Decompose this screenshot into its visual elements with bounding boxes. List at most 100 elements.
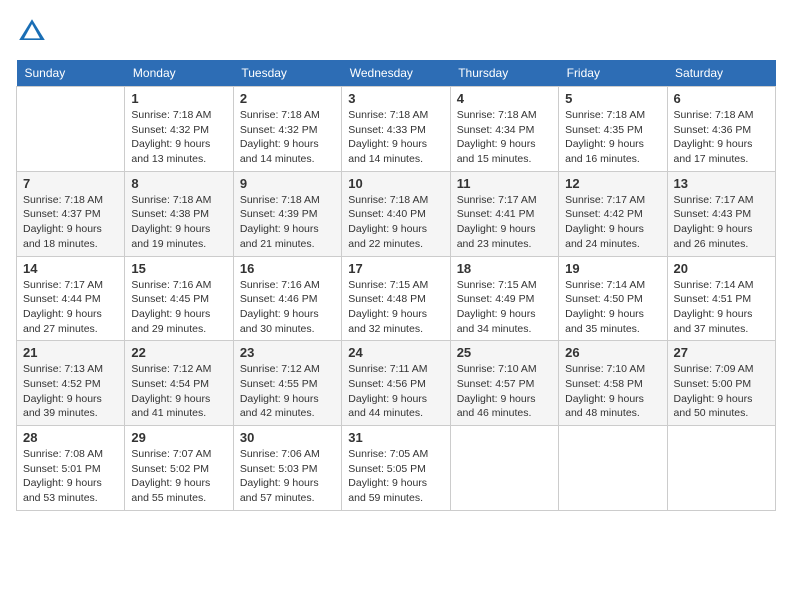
day-info: Sunrise: 7:10 AMSunset: 4:57 PMDaylight:… [457, 362, 552, 421]
calendar-cell: 6Sunrise: 7:18 AMSunset: 4:36 PMDaylight… [667, 87, 775, 172]
day-number: 15 [131, 261, 226, 276]
calendar-week-row: 1 Sunrise: 7:18 AMSunset: 4:32 PMDaylight… [17, 87, 776, 172]
day-number: 20 [674, 261, 769, 276]
weekday-header: Monday [125, 60, 233, 87]
calendar-cell: 9 Sunrise: 7:18 AMSunset: 4:39 PMDaylight… [233, 171, 341, 256]
day-number: 24 [348, 345, 443, 360]
calendar-cell: 11 Sunrise: 7:17 AMSunset: 4:41 PMDayligh… [450, 171, 558, 256]
day-info: Sunrise: 7:16 AMSunset: 4:45 PMDaylight:… [131, 278, 226, 337]
day-number: 8 [131, 176, 226, 191]
calendar-cell: 12Sunrise: 7:17 AMSunset: 4:42 PMDayligh… [559, 171, 667, 256]
calendar-cell: 31 Sunrise: 7:05 AMSunset: 5:05 PMDayligh… [342, 426, 450, 511]
calendar-cell: 2 Sunrise: 7:18 AMSunset: 4:32 PMDaylight… [233, 87, 341, 172]
weekday-header: Saturday [667, 60, 775, 87]
day-info: Sunrise: 7:14 AMSunset: 4:50 PMDaylight:… [565, 278, 660, 337]
day-info: Sunrise: 7:12 AMSunset: 4:55 PMDaylight:… [240, 362, 335, 421]
day-number: 4 [457, 91, 552, 106]
day-info: Sunrise: 7:09 AMSunset: 5:00 PMDaylight:… [674, 362, 769, 421]
calendar-week-row: 28 Sunrise: 7:08 AMSunset: 5:01 PMDayligh… [17, 426, 776, 511]
calendar-cell [450, 426, 558, 511]
day-number: 22 [131, 345, 226, 360]
day-info: Sunrise: 7:16 AMSunset: 4:46 PMDaylight:… [240, 278, 335, 337]
day-number: 7 [23, 176, 118, 191]
day-number: 17 [348, 261, 443, 276]
day-info: Sunrise: 7:18 AMSunset: 4:35 PMDaylight:… [565, 108, 660, 167]
day-info: Sunrise: 7:18 AMSunset: 4:36 PMDaylight:… [674, 108, 769, 167]
day-number: 28 [23, 430, 118, 445]
day-number: 31 [348, 430, 443, 445]
logo [16, 16, 52, 48]
calendar-week-row: 7 Sunrise: 7:18 AMSunset: 4:37 PMDaylight… [17, 171, 776, 256]
calendar-week-row: 14 Sunrise: 7:17 AMSunset: 4:44 PMDayligh… [17, 256, 776, 341]
calendar-cell: 19Sunrise: 7:14 AMSunset: 4:50 PMDayligh… [559, 256, 667, 341]
calendar-cell: 24 Sunrise: 7:11 AMSunset: 4:56 PMDayligh… [342, 341, 450, 426]
day-info: Sunrise: 7:18 AMSunset: 4:32 PMDaylight:… [131, 108, 226, 167]
calendar-cell: 13 Sunrise: 7:17 AMSunset: 4:43 PMDayligh… [667, 171, 775, 256]
calendar-cell [667, 426, 775, 511]
day-number: 21 [23, 345, 118, 360]
calendar-cell: 22 Sunrise: 7:12 AMSunset: 4:54 PMDayligh… [125, 341, 233, 426]
day-info: Sunrise: 7:18 AMSunset: 4:32 PMDaylight:… [240, 108, 335, 167]
page-header [16, 16, 776, 48]
calendar-cell: 26 Sunrise: 7:10 AMSunset: 4:58 PMDayligh… [559, 341, 667, 426]
calendar-cell: 5 Sunrise: 7:18 AMSunset: 4:35 PMDaylight… [559, 87, 667, 172]
day-info: Sunrise: 7:08 AMSunset: 5:01 PMDaylight:… [23, 447, 118, 506]
day-number: 16 [240, 261, 335, 276]
calendar-cell: 25Sunrise: 7:10 AMSunset: 4:57 PMDayligh… [450, 341, 558, 426]
calendar-cell: 4Sunrise: 7:18 AMSunset: 4:34 PMDaylight… [450, 87, 558, 172]
calendar-cell: 18 Sunrise: 7:15 AMSunset: 4:49 PMDayligh… [450, 256, 558, 341]
day-info: Sunrise: 7:15 AMSunset: 4:48 PMDaylight:… [348, 278, 443, 337]
day-number: 26 [565, 345, 660, 360]
day-number: 13 [674, 176, 769, 191]
calendar-header-row: SundayMondayTuesdayWednesdayThursdayFrid… [17, 60, 776, 87]
day-info: Sunrise: 7:06 AMSunset: 5:03 PMDaylight:… [240, 447, 335, 506]
day-info: Sunrise: 7:18 AMSunset: 4:39 PMDaylight:… [240, 193, 335, 252]
calendar-cell: 15 Sunrise: 7:16 AMSunset: 4:45 PMDayligh… [125, 256, 233, 341]
calendar-table: SundayMondayTuesdayWednesdayThursdayFrid… [16, 60, 776, 511]
weekday-header: Sunday [17, 60, 125, 87]
day-number: 18 [457, 261, 552, 276]
day-info: Sunrise: 7:18 AMSunset: 4:37 PMDaylight:… [23, 193, 118, 252]
day-info: Sunrise: 7:18 AMSunset: 4:33 PMDaylight:… [348, 108, 443, 167]
calendar-cell: 10Sunrise: 7:18 AMSunset: 4:40 PMDayligh… [342, 171, 450, 256]
calendar-cell: 7 Sunrise: 7:18 AMSunset: 4:37 PMDaylight… [17, 171, 125, 256]
calendar-cell: 29Sunrise: 7:07 AMSunset: 5:02 PMDayligh… [125, 426, 233, 511]
calendar-cell [559, 426, 667, 511]
calendar-cell: 30 Sunrise: 7:06 AMSunset: 5:03 PMDayligh… [233, 426, 341, 511]
day-info: Sunrise: 7:17 AMSunset: 4:41 PMDaylight:… [457, 193, 552, 252]
calendar-cell: 17 Sunrise: 7:15 AMSunset: 4:48 PMDayligh… [342, 256, 450, 341]
day-number: 2 [240, 91, 335, 106]
day-number: 27 [674, 345, 769, 360]
calendar-cell: 27 Sunrise: 7:09 AMSunset: 5:00 PMDayligh… [667, 341, 775, 426]
day-info: Sunrise: 7:18 AMSunset: 4:38 PMDaylight:… [131, 193, 226, 252]
calendar-cell: 28 Sunrise: 7:08 AMSunset: 5:01 PMDayligh… [17, 426, 125, 511]
weekday-header: Tuesday [233, 60, 341, 87]
weekday-header: Wednesday [342, 60, 450, 87]
calendar-cell: 3Sunrise: 7:18 AMSunset: 4:33 PMDaylight… [342, 87, 450, 172]
day-info: Sunrise: 7:18 AMSunset: 4:40 PMDaylight:… [348, 193, 443, 252]
day-info: Sunrise: 7:13 AMSunset: 4:52 PMDaylight:… [23, 362, 118, 421]
day-number: 1 [131, 91, 226, 106]
day-number: 5 [565, 91, 660, 106]
day-info: Sunrise: 7:14 AMSunset: 4:51 PMDaylight:… [674, 278, 769, 337]
weekday-header: Friday [559, 60, 667, 87]
calendar-cell: 14 Sunrise: 7:17 AMSunset: 4:44 PMDayligh… [17, 256, 125, 341]
day-number: 14 [23, 261, 118, 276]
calendar-cell: 1 Sunrise: 7:18 AMSunset: 4:32 PMDaylight… [125, 87, 233, 172]
calendar-cell: 8 Sunrise: 7:18 AMSunset: 4:38 PMDaylight… [125, 171, 233, 256]
day-info: Sunrise: 7:10 AMSunset: 4:58 PMDaylight:… [565, 362, 660, 421]
calendar-cell: 20 Sunrise: 7:14 AMSunset: 4:51 PMDayligh… [667, 256, 775, 341]
day-info: Sunrise: 7:05 AMSunset: 5:05 PMDaylight:… [348, 447, 443, 506]
day-info: Sunrise: 7:12 AMSunset: 4:54 PMDaylight:… [131, 362, 226, 421]
day-number: 11 [457, 176, 552, 191]
day-info: Sunrise: 7:11 AMSunset: 4:56 PMDaylight:… [348, 362, 443, 421]
day-info: Sunrise: 7:17 AMSunset: 4:43 PMDaylight:… [674, 193, 769, 252]
day-info: Sunrise: 7:15 AMSunset: 4:49 PMDaylight:… [457, 278, 552, 337]
day-info: Sunrise: 7:17 AMSunset: 4:42 PMDaylight:… [565, 193, 660, 252]
day-number: 30 [240, 430, 335, 445]
calendar-cell [17, 87, 125, 172]
day-info: Sunrise: 7:17 AMSunset: 4:44 PMDaylight:… [23, 278, 118, 337]
day-number: 9 [240, 176, 335, 191]
calendar-cell: 16 Sunrise: 7:16 AMSunset: 4:46 PMDayligh… [233, 256, 341, 341]
weekday-header: Thursday [450, 60, 558, 87]
